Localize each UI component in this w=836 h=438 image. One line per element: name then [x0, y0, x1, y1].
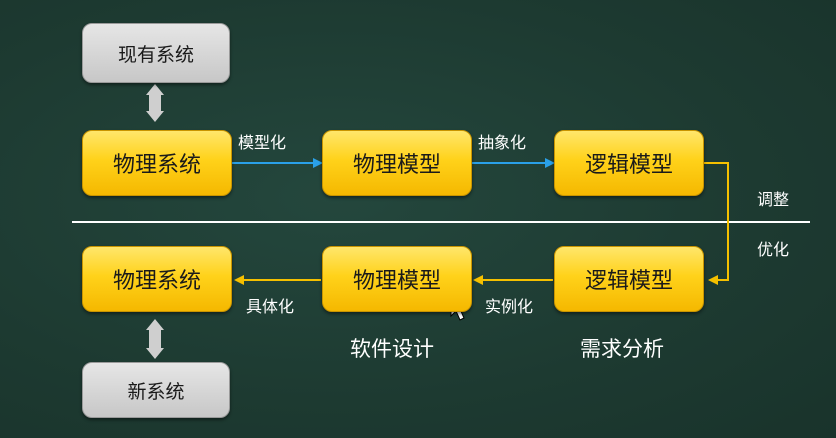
existing-system-box: 现有系统 — [82, 23, 230, 83]
label-model-ize: 模型化 — [238, 133, 287, 152]
physical-system-box-bottom: 物理系统 — [82, 246, 232, 312]
double-arrow-top — [146, 84, 164, 122]
caption-requirements-analysis: 需求分析 — [580, 337, 664, 361]
physical-model-box-bottom: 物理模型 — [322, 246, 472, 312]
physical-system-box-top: 物理系统 — [82, 130, 232, 196]
double-arrow-bottom — [146, 319, 164, 359]
diagram-canvas: 现有系统 物理系统 物理模型 逻辑模型 模型化 抽象化 调整 优化 物理系统 物… — [0, 0, 836, 438]
label-instantiate: 实例化 — [485, 297, 534, 316]
label-optimize: 优化 — [757, 240, 790, 259]
label-adjust: 调整 — [757, 190, 790, 209]
logical-model-box-bottom: 逻辑模型 — [554, 246, 704, 312]
caption-software-design: 软件设计 — [350, 337, 434, 361]
new-system-box: 新系统 — [82, 362, 230, 418]
logical-model-box-top: 逻辑模型 — [554, 130, 704, 196]
physical-model-box-top: 物理模型 — [322, 130, 472, 196]
label-abstract-ize: 抽象化 — [478, 133, 527, 152]
label-concretize: 具体化 — [246, 297, 295, 316]
